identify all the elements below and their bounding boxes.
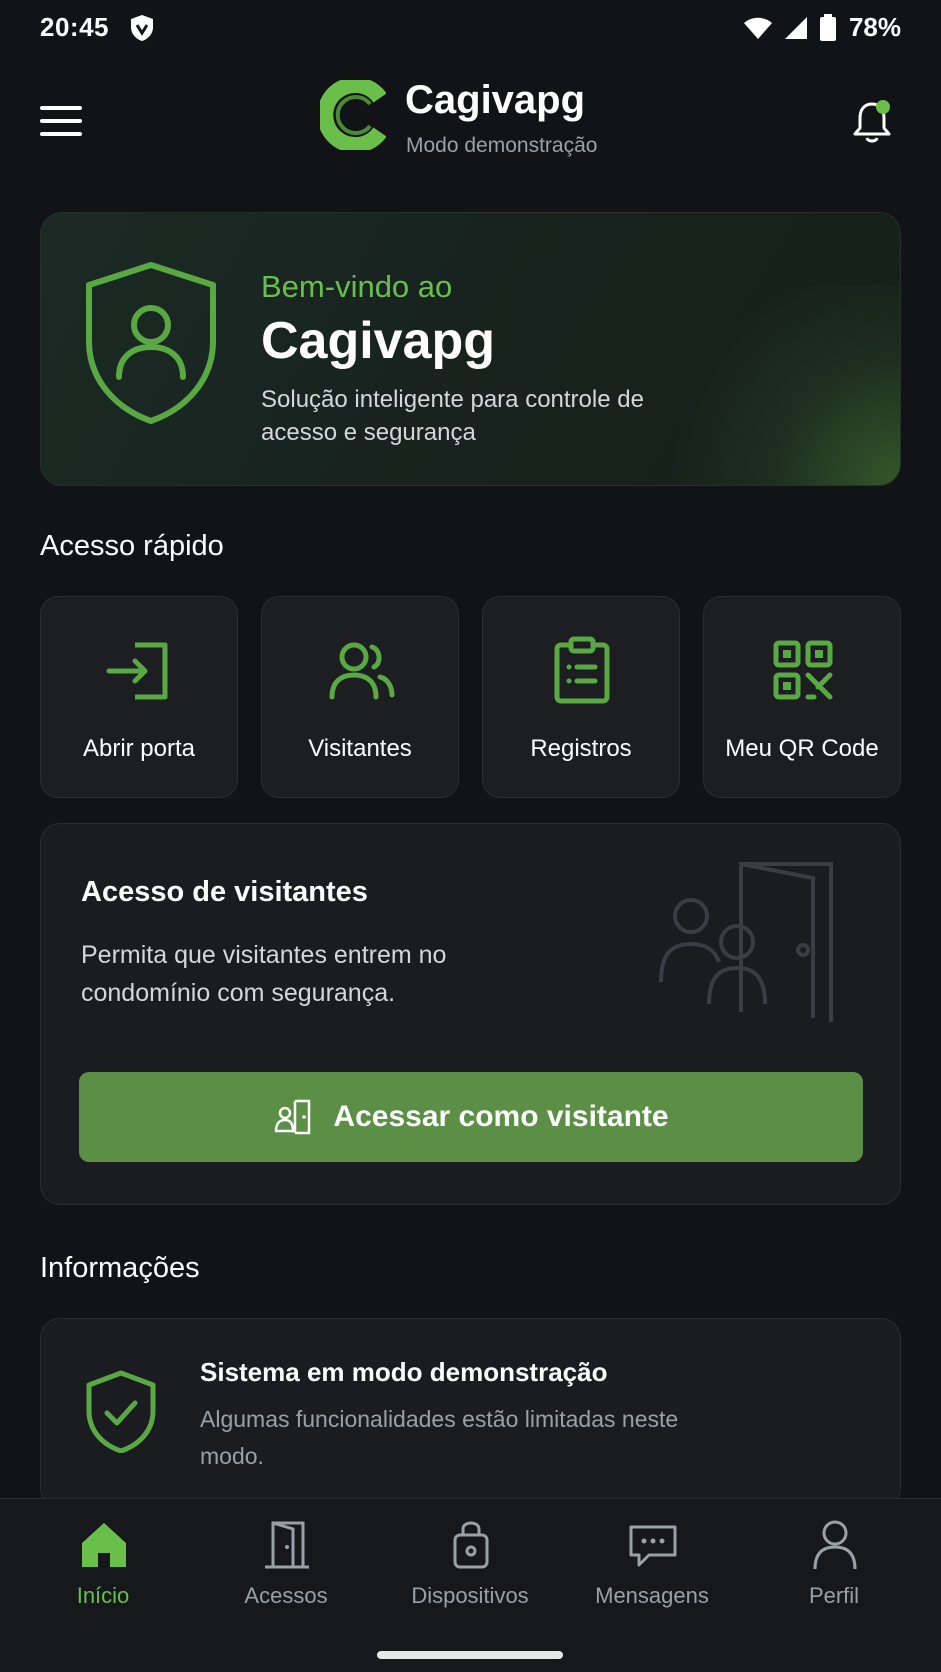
- door-icon: [265, 1521, 309, 1569]
- home-icon: [82, 1523, 126, 1567]
- home-indicator[interactable]: [377, 1651, 563, 1659]
- shield-icon: [131, 15, 153, 41]
- quick-access-title: Acesso rápido: [40, 530, 224, 562]
- hamburger-menu-icon[interactable]: [40, 106, 82, 138]
- app-header: Cagivapg Modo demonstração: [0, 70, 941, 170]
- shield-check-icon: [86, 1370, 156, 1453]
- quick-tile-qr-code[interactable]: Meu QR Code: [703, 596, 901, 798]
- nav-item-inicio[interactable]: Início: [18, 1519, 188, 1619]
- status-bar: 20:45 78%: [0, 0, 941, 58]
- info-card-title: Sistema em modo demonstração: [200, 1357, 608, 1387]
- hero-kicker: Bem-vindo ao: [261, 269, 453, 304]
- visitors-door-illustration: [659, 862, 833, 1022]
- qr-code-icon: [773, 640, 833, 700]
- nav-item-perfil[interactable]: Perfil: [749, 1519, 919, 1619]
- info-card-description: Algumas funcionalidades estão limitadas …: [200, 1406, 679, 1469]
- nav-item-dispositivos[interactable]: Dispositivos: [385, 1519, 555, 1619]
- signal-icon: [784, 16, 807, 39]
- notification-dot: [876, 100, 890, 114]
- quick-tile-records[interactable]: Registros: [482, 596, 680, 798]
- quick-tile-open-door[interactable]: Abrir porta: [40, 596, 238, 798]
- tile-label: Meu QR Code: [725, 735, 879, 762]
- visitor-card-description: Permita que visitantes entrem no condomí…: [81, 941, 447, 1007]
- wifi-icon: [743, 17, 772, 39]
- app-logo: [320, 80, 386, 150]
- hero-title: Cagivapg: [261, 312, 496, 370]
- demo-mode-info-card[interactable]: Sistema em modo demonstração Algumas fun…: [40, 1318, 901, 1508]
- battery-percent: 78%: [848, 12, 901, 42]
- status-right: 78%: [743, 12, 901, 43]
- notification-button[interactable]: [848, 98, 896, 146]
- battery-icon: [819, 13, 836, 41]
- hero-description: Solução inteligente para controle de ace…: [261, 386, 644, 446]
- welcome-banner: Bem-vindo ao Cagivapg Solução inteligent…: [40, 212, 901, 486]
- tile-label: Abrir porta: [82, 735, 196, 762]
- shield-user-icon: [86, 262, 216, 424]
- nav-label: Mensagens: [595, 1583, 709, 1608]
- app-subtitle: Modo demonstração: [406, 134, 598, 157]
- status-time: 20:45: [40, 12, 109, 42]
- nav-item-acessos[interactable]: Acessos: [201, 1519, 371, 1619]
- nav-item-mensagens[interactable]: Mensagens: [567, 1519, 737, 1619]
- clipboard-list-icon: [554, 636, 610, 704]
- info-section-title: Informações: [40, 1252, 200, 1284]
- nav-label: Dispositivos: [411, 1583, 529, 1608]
- tile-label: Visitantes: [308, 735, 412, 762]
- visitor-door-icon: [275, 1099, 311, 1135]
- nav-label: Início: [76, 1583, 130, 1608]
- visitor-access-card: Acesso de visitantes Permita que visitan…: [40, 823, 901, 1205]
- users-icon: [329, 642, 395, 700]
- bottom-navigation: Início Acessos Dispositivos Mensagens Pe…: [0, 1498, 941, 1672]
- chat-icon: [629, 1525, 677, 1567]
- nav-label: Perfil: [808, 1583, 860, 1608]
- door-enter-icon: [106, 642, 168, 700]
- user-icon: [813, 1520, 857, 1570]
- app-name: Cagivapg: [405, 78, 586, 122]
- access-as-visitor-label: Acessar como visitante: [333, 1100, 669, 1133]
- quick-tile-visitors[interactable]: Visitantes: [261, 596, 459, 798]
- lock-device-icon: [453, 1521, 489, 1569]
- access-as-visitor-button[interactable]: Acessar como visitante: [79, 1072, 863, 1162]
- nav-label: Acessos: [244, 1583, 328, 1608]
- visitor-card-title: Acesso de visitantes: [81, 876, 368, 908]
- tile-label: Registros: [530, 735, 632, 762]
